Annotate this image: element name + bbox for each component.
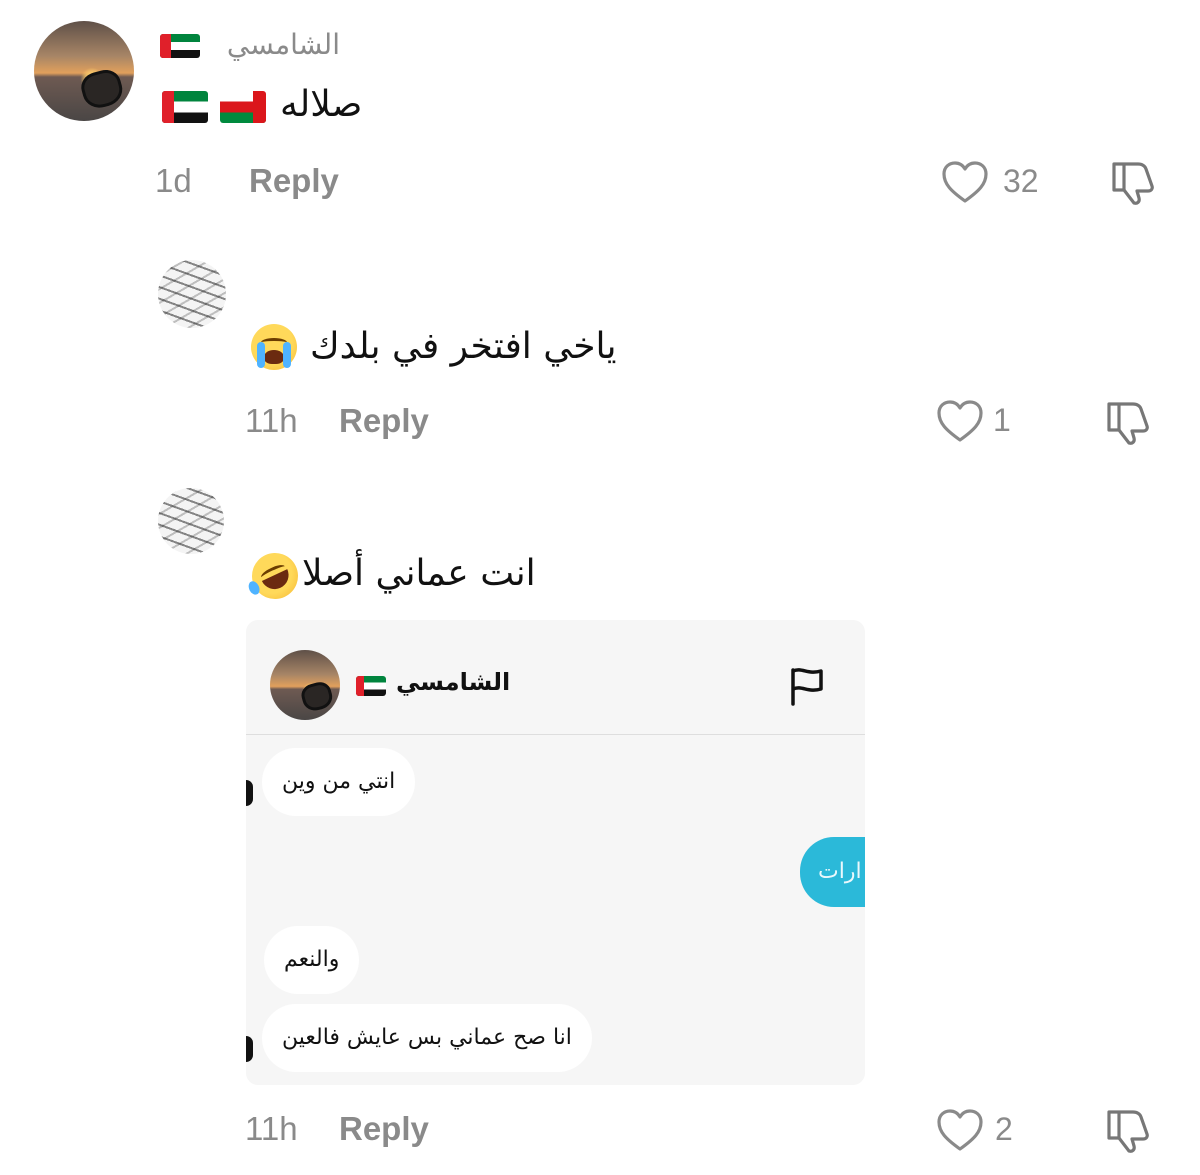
comment-timestamp: 11h (245, 402, 298, 439)
chat-header: الشامسي (246, 620, 865, 735)
like-count: 32 (1003, 163, 1039, 199)
comment-text: ياخي افتخر في بلدك (310, 326, 617, 367)
heart-outline-icon[interactable] (936, 399, 984, 443)
comment-timestamp: 1d (155, 162, 192, 199)
reply-button[interactable]: Reply (249, 162, 339, 200)
heart-outline-icon[interactable] (936, 1108, 984, 1152)
chat-message-outgoing: ارات (800, 837, 865, 907)
flag-outline-icon[interactable] (788, 666, 826, 706)
chat-message-incoming: انتي من وين (262, 748, 416, 816)
comment-text: انت عماني أصلا (302, 553, 536, 594)
like-count: 1 (993, 402, 1011, 438)
thumbs-down-outline-icon[interactable] (1108, 158, 1158, 206)
uae-flag-icon (160, 34, 200, 58)
loudly-crying-face-icon (251, 324, 297, 370)
comment-username[interactable]: الشامسي (210, 28, 340, 61)
chat-message-incoming: انا صح عماني بس عايش فالعين (262, 1004, 592, 1072)
chat-username: الشامسي (396, 668, 511, 696)
oman-flag-icon (220, 91, 266, 123)
avatar (270, 650, 340, 720)
chat-message-incoming: والنعم (264, 926, 360, 994)
avatar-image (78, 66, 126, 112)
rolling-on-floor-laughing-icon (244, 545, 306, 607)
message-sender-avatar (246, 780, 253, 806)
like-count: 2 (995, 1111, 1013, 1147)
avatar[interactable] (34, 21, 134, 121)
comment-text: صلاله (280, 84, 363, 125)
thumbs-down-outline-icon[interactable] (1103, 1106, 1153, 1154)
attached-chat-screenshot[interactable]: الشامسي انتي من وين ارات والنعم انا صح ع… (246, 620, 865, 1085)
uae-flag-icon (356, 676, 386, 696)
avatar[interactable] (158, 488, 224, 554)
uae-flag-icon (162, 91, 208, 123)
heart-outline-icon[interactable] (941, 160, 989, 204)
avatar[interactable] (158, 260, 226, 328)
reply-button[interactable]: Reply (339, 1110, 429, 1148)
message-sender-avatar (246, 1036, 253, 1062)
thumbs-down-outline-icon[interactable] (1103, 398, 1153, 446)
comment-timestamp: 11h (245, 1110, 298, 1147)
reply-button[interactable]: Reply (339, 402, 429, 440)
